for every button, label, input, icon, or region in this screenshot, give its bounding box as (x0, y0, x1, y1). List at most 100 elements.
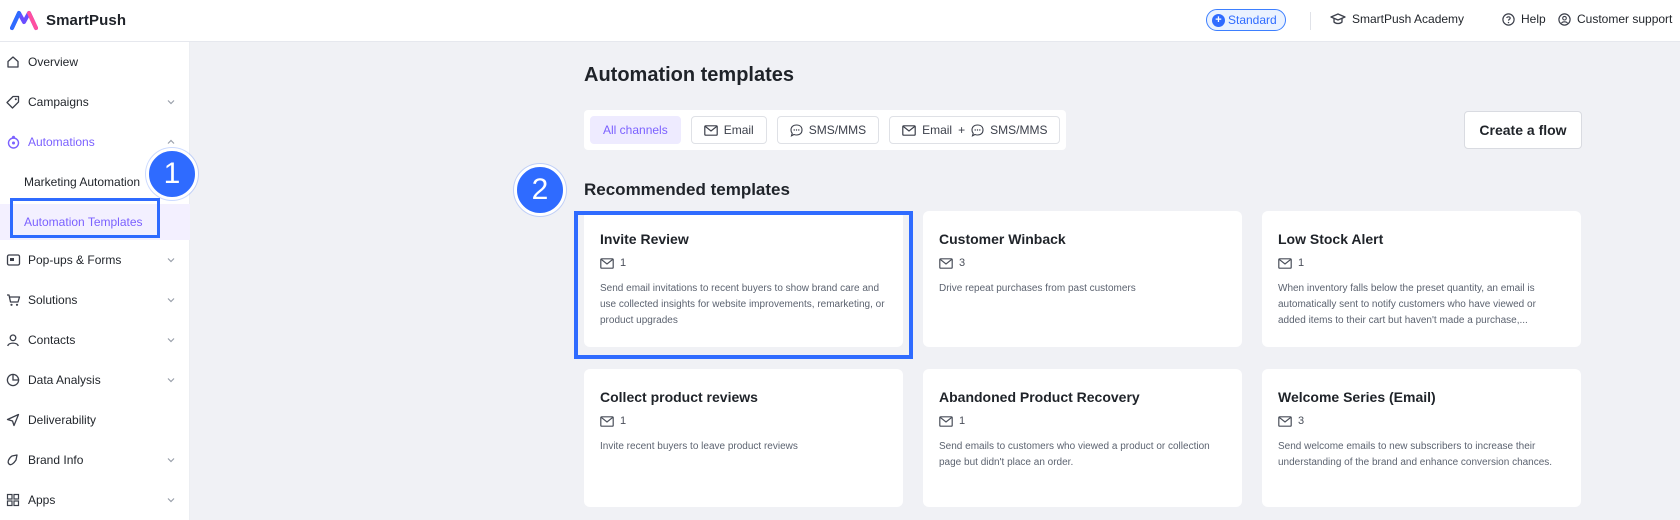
template-email-count: 1 (959, 415, 966, 427)
template-meta: 1 (600, 257, 887, 269)
template-description: Drive repeat purchases from past custome… (939, 283, 1136, 294)
sidebar-item-popups-forms[interactable]: Pop-ups & Forms (0, 242, 190, 278)
template-card-collect-product-reviews[interactable]: Collect product reviews 1 Invite recent … (584, 369, 903, 507)
chevron-down-icon (167, 258, 175, 263)
sidebar-item-campaigns[interactable]: Campaigns (0, 84, 190, 120)
sidebar-item-label: Overview (28, 55, 79, 69)
template-card-customer-winback[interactable]: Customer Winback 3 Drive repeat purchase… (923, 211, 1242, 347)
sidebar-item-deliverability[interactable]: Deliverability (0, 402, 190, 438)
template-title: Customer Winback (939, 231, 1066, 247)
sidebar-subitem-label: Automation Templates (24, 215, 143, 229)
academy-link-label: SmartPush Academy (1352, 12, 1465, 26)
template-meta: 3 (939, 257, 1226, 269)
chevron-up-icon (167, 139, 175, 144)
channel-filter-label: All channels (603, 123, 668, 137)
channel-filter-email[interactable]: Email (690, 116, 767, 144)
template-title: Low Stock Alert (1278, 231, 1384, 247)
template-email-count: 3 (959, 257, 966, 269)
create-flow-button[interactable]: Create a flow (1464, 111, 1582, 149)
academy-link[interactable]: SmartPush Academy (1330, 12, 1464, 26)
sidebar-item-label: Brand Info (28, 453, 84, 467)
sidebar-subitem-label: Marketing Automation (24, 175, 141, 189)
envelope-icon (703, 124, 718, 136)
pie-chart-icon (4, 371, 22, 389)
channel-filter-label: SMS/MMS (808, 123, 867, 137)
channel-filter-label: Email (723, 123, 754, 137)
page-title: Automation templates (584, 64, 795, 86)
envelope-icon (1278, 415, 1292, 427)
channel-filter-sms[interactable]: SMS/MMS (776, 116, 880, 144)
help-circle-icon (1502, 12, 1515, 26)
chevron-down-icon (167, 458, 175, 463)
sidebar-item-label: Campaigns (28, 95, 89, 109)
sidebar-item-label: Apps (28, 493, 56, 507)
send-icon (4, 411, 22, 429)
sidebar-item-label: Deliverability (28, 413, 97, 427)
template-title: Invite Review (600, 231, 689, 247)
sidebar-item-brand-info[interactable]: Brand Info (0, 442, 190, 478)
template-description: Send emails to customers who viewed a pr… (939, 441, 1210, 468)
brand-icon (4, 451, 22, 469)
customer-support-label: Customer support (1577, 12, 1673, 26)
step-2-badge: 2 (514, 164, 566, 216)
sidebar-item-contacts[interactable]: Contacts (0, 322, 190, 358)
template-email-count: 1 (620, 257, 627, 269)
template-description: Send welcome emails to new subscribers t… (1278, 441, 1553, 468)
tag-icon (4, 93, 22, 111)
channel-filter-email-sms[interactable]: Email + SMS/MMS (889, 116, 1061, 144)
help-link[interactable]: Help (1502, 12, 1546, 26)
template-title: Collect product reviews (600, 389, 758, 405)
support-icon (1558, 12, 1571, 26)
apps-icon (4, 491, 22, 509)
plan-badge[interactable]: + Standard (1206, 9, 1286, 31)
app-name: SmartPush (46, 11, 127, 29)
channel-filter-all[interactable]: All channels (590, 116, 681, 144)
template-email-count: 3 (1298, 415, 1305, 427)
template-description: When inventory falls below the preset qu… (1278, 283, 1536, 326)
help-link-label: Help (1521, 12, 1546, 26)
plan-badge-label: Standard (1228, 13, 1277, 27)
channel-filter-label: Email (922, 123, 953, 137)
divider (1310, 12, 1311, 30)
template-title: Abandoned Product Recovery (939, 389, 1140, 405)
sidebar-subitem-automation-templates[interactable]: Automation Templates (0, 204, 190, 240)
template-description: Send email invitations to recent buyers … (600, 283, 885, 326)
popup-icon (4, 251, 22, 269)
template-card-welcome-series[interactable]: Welcome Series (Email) 3 Send welcome em… (1262, 369, 1581, 507)
plus-icon: + (1212, 13, 1225, 27)
chevron-down-icon (167, 298, 175, 303)
chevron-down-icon (167, 498, 175, 503)
envelope-icon (939, 257, 953, 269)
customer-support-link[interactable]: Customer support (1558, 12, 1672, 26)
sidebar-item-data-analysis[interactable]: Data Analysis (0, 362, 190, 398)
sidebar-item-label: Data Analysis (28, 373, 101, 387)
cart-icon (4, 291, 22, 309)
chat-bubble-icon (971, 123, 984, 137)
sidebar-item-solutions[interactable]: Solutions (0, 282, 190, 318)
app-logo[interactable]: SmartPush (10, 9, 126, 31)
envelope-icon (902, 124, 916, 136)
step-1-badge: 1 (146, 148, 198, 200)
envelope-icon (1278, 257, 1292, 269)
step-2-number: 2 (531, 173, 549, 206)
template-meta: 1 (1278, 257, 1565, 269)
template-meta: 1 (600, 415, 887, 427)
section-title: Recommended templates (584, 180, 790, 199)
home-icon (4, 53, 22, 71)
sidebar-item-overview[interactable]: Overview (0, 44, 190, 80)
template-card-low-stock-alert[interactable]: Low Stock Alert 1 When inventory falls b… (1262, 211, 1581, 347)
chat-bubble-icon (790, 123, 803, 137)
sidebar-item-label: Pop-ups & Forms (28, 253, 122, 267)
template-email-count: 1 (1298, 257, 1305, 269)
template-card-abandoned-product-recovery[interactable]: Abandoned Product Recovery 1 Send emails… (923, 369, 1242, 507)
step-1-number: 1 (163, 157, 181, 190)
template-meta: 3 (1278, 415, 1565, 427)
sidebar-item-apps[interactable]: Apps (0, 482, 190, 518)
envelope-icon (600, 415, 614, 427)
chevron-down-icon (167, 100, 175, 105)
template-card-invite-review[interactable]: Invite Review 1 Send email invitations t… (584, 211, 903, 347)
template-title: Welcome Series (Email) (1278, 389, 1436, 405)
template-description: Invite recent buyers to leave product re… (600, 441, 798, 452)
channel-filter-joiner: + (958, 123, 966, 137)
template-meta: 1 (939, 415, 1226, 427)
